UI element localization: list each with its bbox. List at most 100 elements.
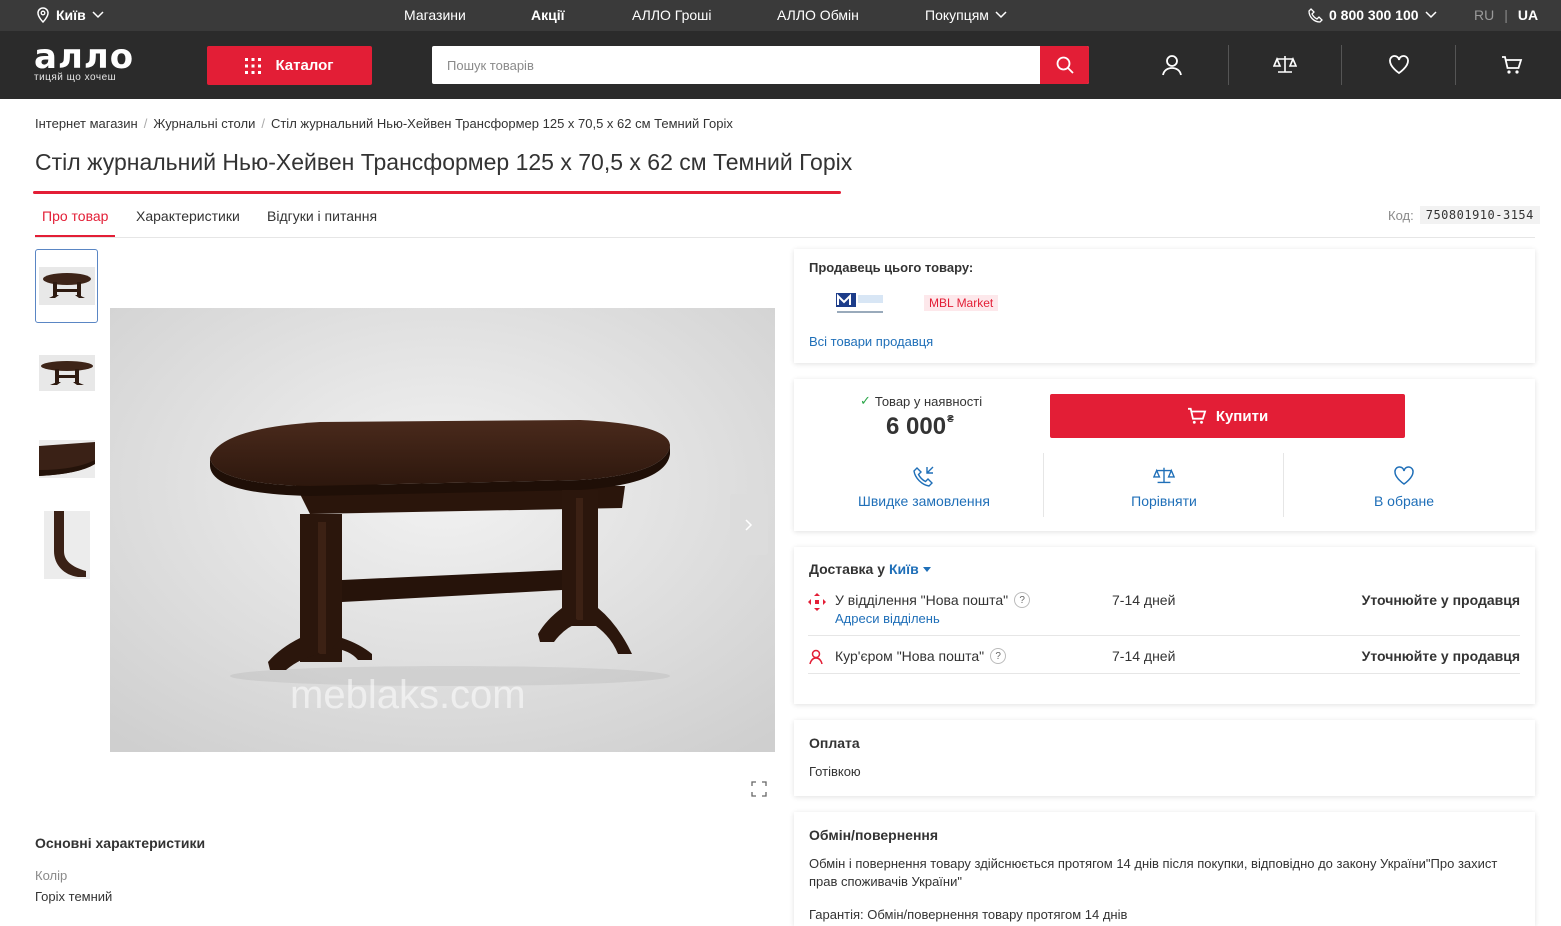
watermark-text: meblaks.com	[290, 673, 526, 717]
help-icon[interactable]: ?	[1014, 592, 1031, 608]
nav-for-buyers[interactable]: Покупцям	[925, 7, 1007, 23]
tabletop-detail-image	[38, 440, 95, 478]
availability-status: ✓ Товар у наявності	[860, 393, 982, 409]
thumbnail[interactable]	[35, 508, 98, 582]
product-code-label: Код:	[1388, 207, 1414, 223]
grid-icon	[245, 57, 262, 74]
delivery-days: 7-14 дней	[1112, 592, 1176, 608]
catalog-label: Каталог	[275, 57, 334, 74]
chevron-down-icon	[1425, 11, 1437, 19]
language-switch: RU | UA	[1474, 7, 1538, 23]
guarantee-text: Гарантія: Обмін/повернення товару протяг…	[809, 907, 1128, 922]
seller-card: Продавець цього товару: MBL Market Всі т…	[794, 249, 1535, 363]
courier-icon	[809, 649, 823, 665]
fullscreen-button[interactable]	[751, 781, 767, 800]
compare-action-button[interactable]: Порівняти	[1064, 465, 1264, 509]
add-to-favorites-button[interactable]: В обране	[1304, 465, 1504, 509]
action-divider	[1283, 453, 1284, 517]
thumbnail[interactable]	[35, 336, 98, 410]
chevron-right-icon	[745, 518, 753, 531]
product-main-image[interactable]: meblaks.com	[110, 308, 775, 752]
delivery-divider	[808, 635, 1520, 636]
logo[interactable]: алло тицяй що хочеш	[34, 37, 135, 83]
breadcrumb-home[interactable]: Інтернет магазин	[35, 116, 138, 131]
delivery-option-label: У відділення "Нова пошта"	[835, 592, 1009, 608]
thumbnail[interactable]	[35, 249, 98, 323]
chevron-down-icon	[92, 11, 104, 19]
returns-heading: Обмін/повернення	[809, 827, 939, 843]
product-price: 6 000₴	[886, 413, 954, 441]
payment-heading: Оплата	[809, 735, 860, 751]
branch-pickup-icon	[808, 593, 826, 611]
header-divider	[1341, 45, 1342, 85]
expand-icon	[751, 781, 767, 797]
nav-for-buyers-label: Покупцям	[925, 7, 989, 23]
availability-label: Товар у наявності	[874, 393, 983, 409]
check-icon: ✓	[860, 393, 871, 408]
delivery-heading: Доставка у Київ	[809, 561, 931, 577]
title-underline	[33, 191, 841, 194]
nav-allo-exchange[interactable]: АЛЛО Обмін	[777, 7, 859, 23]
tab-characteristics[interactable]: Характеристики	[136, 208, 240, 224]
phone-icon	[1308, 7, 1323, 23]
quick-order-button[interactable]: Швидке замовлення	[824, 465, 1024, 509]
nav-promotions[interactable]: Акції	[531, 7, 565, 23]
all-seller-products-link[interactable]: Всі товари продавця	[809, 334, 933, 349]
nav-allo-money[interactable]: АЛЛО Гроші	[632, 7, 712, 23]
city-label: Київ	[56, 7, 86, 23]
catalog-button[interactable]: Каталог	[207, 46, 372, 85]
account-button[interactable]	[1152, 45, 1192, 85]
seller-name-badge[interactable]: MBL Market	[924, 295, 999, 311]
nav-stores[interactable]: Магазини	[404, 7, 466, 23]
delivery-price: Уточнюйте у продавця	[1361, 592, 1520, 608]
scales-icon	[1153, 467, 1175, 484]
search-button[interactable]	[1040, 46, 1089, 84]
product-tabs: Про товар Характеристики Відгуки і питан…	[35, 200, 1535, 238]
lang-ru[interactable]: RU	[1474, 7, 1494, 23]
delivery-option-label: Кур'єром "Нова пошта"	[835, 648, 985, 664]
compare-button[interactable]	[1265, 45, 1305, 85]
location-icon	[37, 7, 49, 23]
breadcrumb-separator: /	[143, 116, 148, 131]
cart-button[interactable]	[1492, 45, 1532, 85]
search-icon	[1056, 56, 1074, 74]
help-icon[interactable]: ?	[990, 648, 1007, 664]
table-thumbnail-image	[38, 267, 95, 305]
buy-button[interactable]: Купити	[1050, 394, 1405, 438]
returns-card: Обмін/повернення Обмін і повернення това…	[794, 812, 1535, 926]
phone-icon	[913, 466, 934, 487]
seller-heading: Продавець цього товару:	[809, 260, 974, 275]
next-image-button[interactable]	[730, 494, 768, 555]
tab-about[interactable]: Про товар	[42, 208, 108, 224]
heart-icon	[1389, 55, 1409, 75]
delivery-city-selector[interactable]: Київ	[889, 561, 919, 577]
spec-color-label: Колір	[35, 868, 68, 883]
header-divider	[1228, 45, 1229, 85]
favorites-label: В обране	[1373, 493, 1435, 509]
coffee-table-photo: meblaks.com	[110, 308, 775, 752]
buy-label: Купити	[1215, 407, 1269, 425]
breadcrumb-category[interactable]: Журнальні столи	[153, 116, 255, 131]
city-selector[interactable]: Київ	[36, 7, 104, 23]
table-leg-detail-image	[43, 511, 90, 579]
delivery-option-name: У відділення "Нова пошта" ?	[835, 592, 1031, 608]
search-input[interactable]	[432, 46, 1040, 84]
search-bar	[432, 46, 1089, 84]
page-title: Стіл журнальний Нью-Хейвен Трансформер 1…	[35, 149, 853, 175]
table-thumbnail-image	[38, 355, 95, 391]
tab-reviews[interactable]: Відгуки і питання	[267, 208, 377, 224]
header-divider	[1455, 45, 1456, 85]
currency-symbol: ₴	[947, 414, 954, 425]
main-specs-heading: Основні характеристики	[35, 835, 206, 851]
logo-mark: алло	[34, 37, 135, 77]
cart-icon	[1502, 56, 1523, 74]
delivery-card: Доставка у Київ У відділення "Нова пошта…	[794, 547, 1535, 704]
branch-addresses-link[interactable]: Адреси відділень	[835, 611, 940, 626]
active-tab-indicator	[35, 235, 115, 237]
spec-color-value: Горіх темний	[35, 889, 113, 904]
phone-selector[interactable]: 0 800 300 100	[1308, 7, 1437, 23]
lang-ua[interactable]: UA	[1518, 7, 1538, 23]
wishlist-button[interactable]	[1379, 45, 1419, 85]
returns-text: Обмін і повернення товару здійснюється п…	[809, 856, 1498, 889]
thumbnail[interactable]	[35, 422, 98, 496]
